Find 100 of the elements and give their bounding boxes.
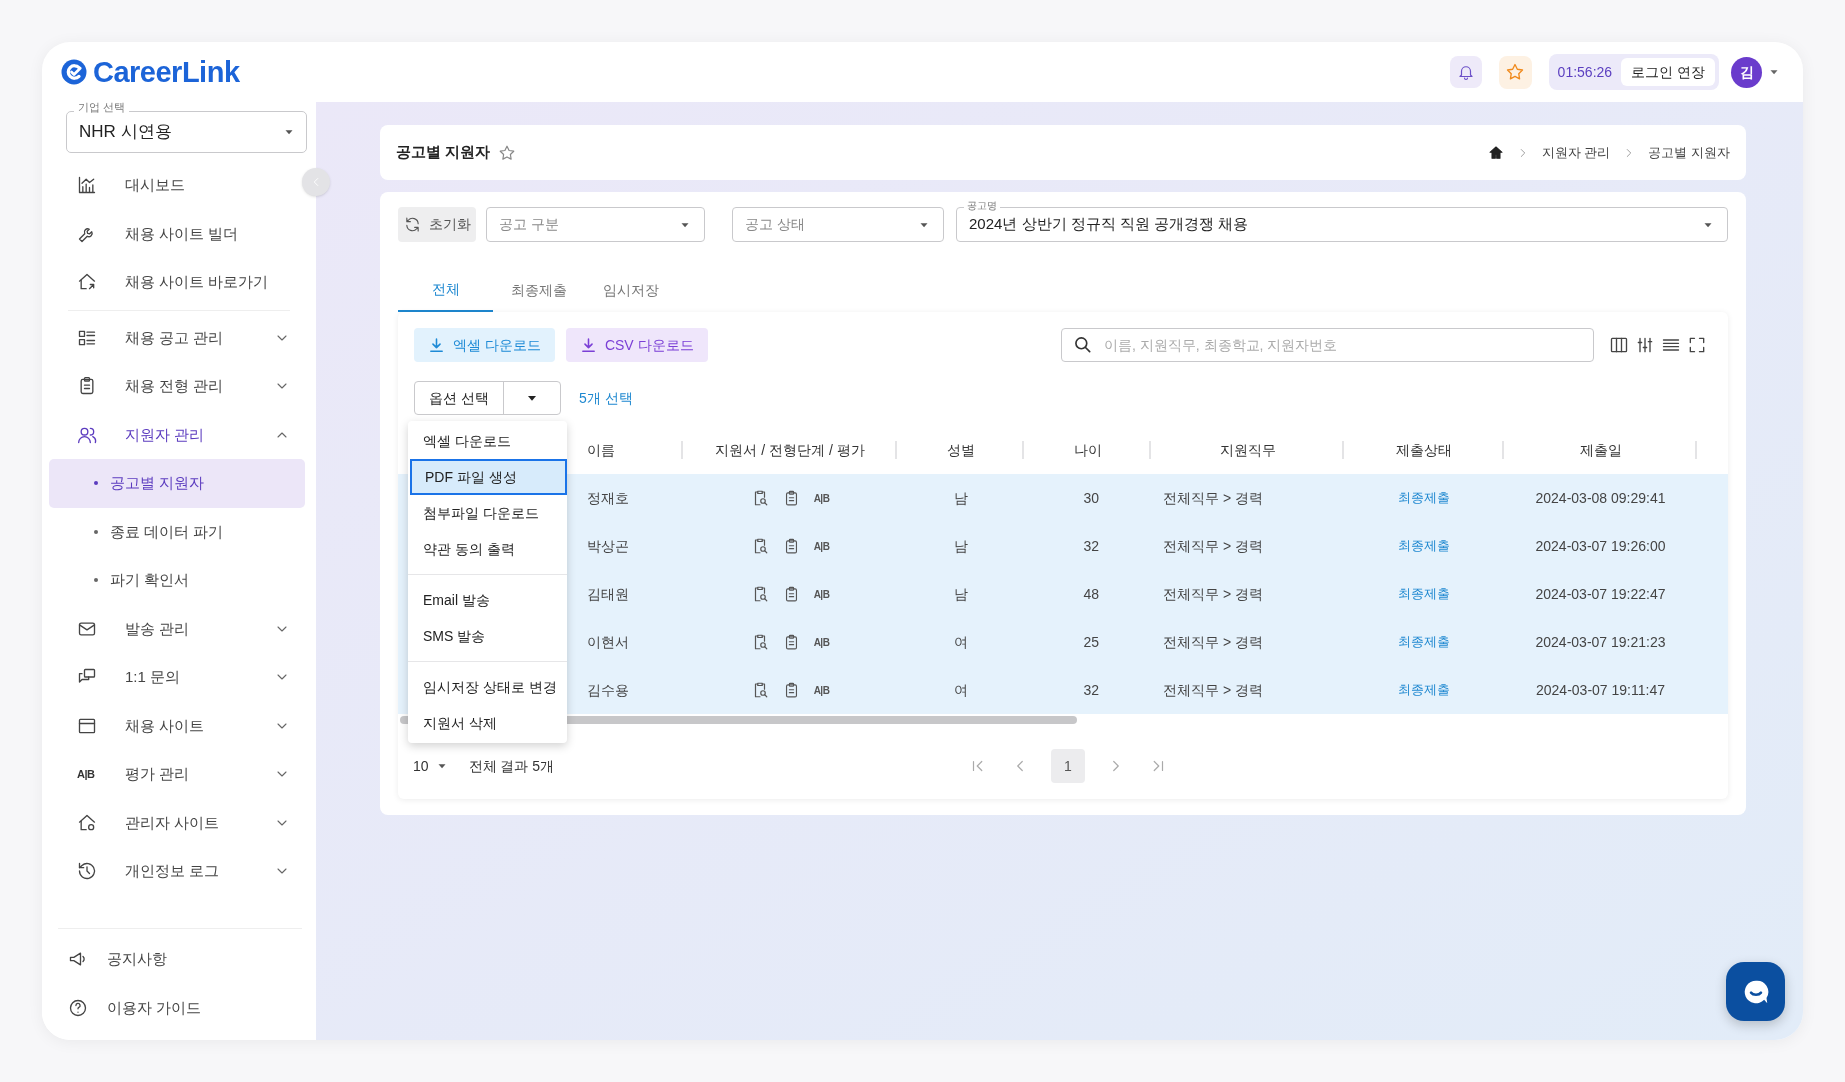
- reset-button[interactable]: 초기화: [398, 207, 476, 242]
- page-button[interactable]: 1: [1051, 749, 1085, 783]
- session-timer: 01:56:26: [1557, 62, 1613, 82]
- result-count: 전체 결과 5개: [468, 756, 555, 776]
- sidebar-item[interactable]: 채용 사이트 빌더: [66, 209, 296, 258]
- sidebar-item[interactable]: 관리자 사이트: [66, 798, 296, 847]
- chart-icon: [77, 175, 97, 196]
- menu-item[interactable]: 엑셀 다운로드: [408, 423, 567, 459]
- history-icon: [77, 861, 97, 882]
- sliders-icon: [1635, 335, 1655, 355]
- menu-item[interactable]: SMS 발송: [408, 618, 567, 654]
- table-row[interactable]: 정재호 A|B 남 30 전체직무 > 경력 최종제출 2024-03-08 09:29:41: [577, 474, 1728, 522]
- refresh-icon: [403, 216, 421, 233]
- sidebar-item[interactable]: 채용 전형 관리: [66, 362, 296, 411]
- field-label: 공고명: [964, 201, 1000, 211]
- table-cell-text: 전체직무 > 경력: [1163, 488, 1263, 508]
- evaluation-button[interactable]: A|B: [813, 586, 830, 602]
- page-title: 공고별 지원자: [396, 142, 491, 163]
- table-cell-text: 여: [953, 632, 968, 652]
- table-cell-text: 남: [953, 488, 968, 508]
- sidebar-item[interactable]: 1:1 문의: [66, 653, 296, 702]
- sidebar-footer-item[interactable]: 이용자 가이드: [66, 983, 305, 1032]
- column-header: 제출상태: [1396, 440, 1452, 460]
- notification-button[interactable]: [1449, 56, 1482, 88]
- field-label: 기업 선택: [74, 102, 130, 113]
- sidebar-item[interactable]: 채용 공고 관리: [66, 313, 296, 362]
- table-cell-text: 48: [1083, 584, 1099, 604]
- sidebar-item[interactable]: 개인정보 로그: [66, 847, 296, 896]
- download-icon: [428, 336, 445, 354]
- column-header: 성별: [946, 440, 975, 460]
- table-cell-text: 2024-03-07 19:11:47: [1536, 680, 1665, 700]
- options-select[interactable]: 옵션 선택: [414, 381, 561, 415]
- search-field[interactable]: 이름, 지원직무, 최종학교, 지원자번호: [1061, 328, 1594, 362]
- bullet-icon: [94, 481, 98, 486]
- chat-button[interactable]: [1726, 962, 1785, 1021]
- menu-item[interactable]: 지원서 삭제: [408, 705, 567, 741]
- sidebar-item[interactable]: 채용 사이트 바로가기: [66, 258, 296, 307]
- status-link[interactable]: 최종제출: [1398, 584, 1450, 604]
- selection-count: 5개 선택: [579, 388, 633, 408]
- sidebar-item[interactable]: 지원자 관리: [66, 410, 296, 459]
- tab[interactable]: 임시저장: [585, 268, 677, 312]
- download-icon: [579, 336, 597, 354]
- fullscreen-icon: [1687, 335, 1707, 355]
- table-cell-text: 32: [1083, 680, 1099, 700]
- home-icon: [77, 812, 97, 833]
- table-cell-text: 박상곤: [587, 536, 629, 556]
- evaluation-button[interactable]: A|B: [813, 634, 830, 650]
- column-header: 나이: [1073, 440, 1102, 460]
- csv-download-button[interactable]: CSV 다운로드: [565, 328, 708, 362]
- table-cell-text: 2024-03-08 09:29:41: [1535, 488, 1666, 508]
- table-cell-text: 정재호: [587, 488, 629, 508]
- tab[interactable]: 최종제출: [493, 268, 585, 312]
- evaluation-button[interactable]: A|B: [813, 682, 830, 698]
- menu-item[interactable]: 첨부파일 다운로드: [408, 495, 567, 531]
- menu-item[interactable]: Email 발송: [408, 582, 567, 618]
- star-icon: [1505, 62, 1526, 82]
- filter-select[interactable]: 공고 구분: [486, 207, 705, 242]
- filter-select[interactable]: 공고 상태: [732, 207, 944, 242]
- table-cell-text: 32: [1083, 536, 1099, 556]
- logo-text: CareerLink: [93, 57, 240, 87]
- table-cell-text: 2024-03-07 19:21:23: [1535, 632, 1666, 652]
- extend-login-button[interactable]: 로그인 연장: [1621, 58, 1715, 86]
- menu-item[interactable]: 임시저장 상태로 변경: [408, 669, 567, 705]
- status-link[interactable]: 최종제출: [1398, 632, 1450, 652]
- sidebar-item[interactable]: 채용 사이트: [66, 701, 296, 750]
- table-cell-text: 30: [1083, 488, 1099, 508]
- evaluation-button[interactable]: A|B: [813, 538, 830, 554]
- avatar[interactable]: 김: [1731, 56, 1762, 88]
- menu-item[interactable]: 약관 동의 출력: [408, 531, 567, 567]
- logo-icon: [59, 57, 89, 87]
- table-row[interactable]: 박상곤 A|B 남 32 전체직무 > 경력 최종제출 2024-03-07 19:26:00: [577, 522, 1728, 570]
- table-cell-text: 2024-03-07 19:22:47: [1535, 584, 1666, 604]
- breadcrumb-link[interactable]: 지원자 관리: [1541, 142, 1611, 163]
- status-link[interactable]: 최종제출: [1398, 536, 1450, 556]
- status-link[interactable]: 최종제출: [1398, 680, 1450, 700]
- sidebar-footer-item[interactable]: 공지사항: [66, 935, 305, 984]
- sidebar-subitem[interactable]: 공고별 지원자: [49, 459, 305, 508]
- table-row[interactable]: 김수용 A|B 여 32 전체직무 > 경력 최종제출 2024-03-07 19:11:47: [577, 666, 1728, 714]
- column-header: 지원서 / 전형단계 / 평가: [715, 440, 865, 460]
- breadcrumb-link[interactable]: 공고별 지원자: [1648, 142, 1730, 163]
- sidebar-item[interactable]: 대시보드: [66, 161, 296, 210]
- bell-icon: [1456, 63, 1475, 81]
- status-link[interactable]: 최종제출: [1398, 488, 1450, 508]
- sidebar-subitem[interactable]: 종료 데이터 파기: [49, 507, 305, 556]
- table-cell-text: 전체직무 > 경력: [1163, 536, 1263, 556]
- sidebar-subitem[interactable]: 파기 확인서: [49, 556, 305, 605]
- menu-item[interactable]: PDF 파일 생성: [410, 459, 567, 495]
- table-cell-text: 김수용: [587, 680, 629, 700]
- evaluation-button[interactable]: A|B: [813, 490, 830, 506]
- table-cell-text: 전체직무 > 경력: [1163, 584, 1263, 604]
- sidebar-item[interactable]: 발송 관리: [66, 604, 296, 653]
- table-row[interactable]: 김태원 A|B 남 48 전체직무 > 경력 최종제출 2024-03-07 19:22:47: [577, 570, 1728, 618]
- table-row[interactable]: 이현서 A|B 여 25 전체직무 > 경력 최종제출 2024-03-07 19:21:23: [577, 618, 1728, 666]
- table-cell-text: 남: [953, 584, 968, 604]
- search-icon: [1073, 335, 1093, 355]
- home-icon: [1487, 144, 1504, 161]
- column-header: 지원직무: [1219, 440, 1276, 460]
- page-size-select[interactable]: 10: [413, 755, 449, 777]
- sidebar-item[interactable]: A|B 평가 관리: [66, 750, 296, 799]
- table-cell-text: 여: [953, 680, 968, 700]
